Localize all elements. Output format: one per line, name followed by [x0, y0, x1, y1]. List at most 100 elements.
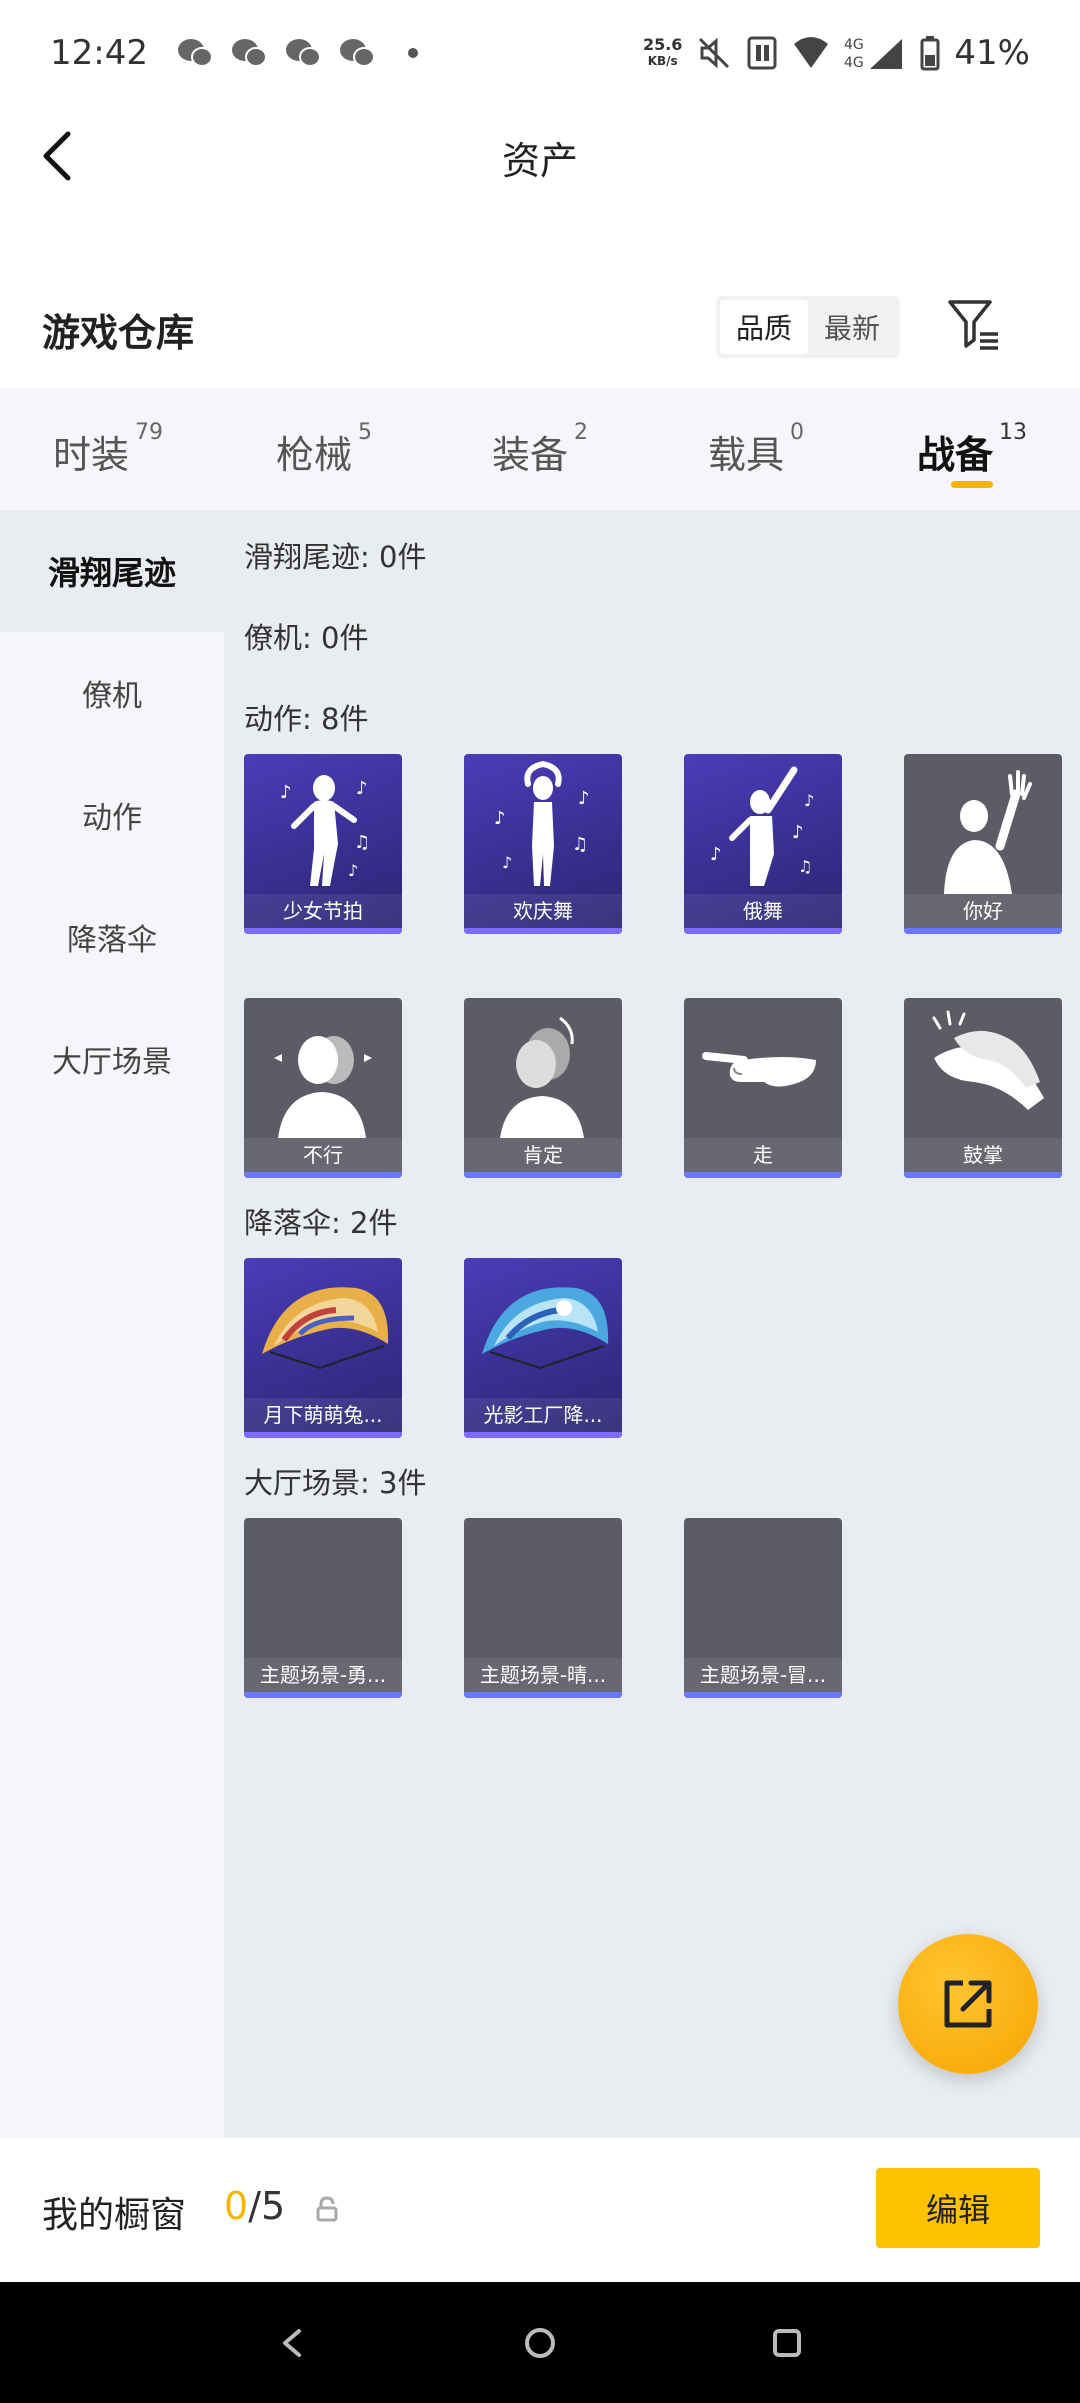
- emote-name: 少女节拍: [244, 894, 402, 928]
- cellular-signal-icon: 4G4G: [844, 37, 903, 71]
- emote-card[interactable]: 不行: [244, 998, 402, 1178]
- svg-text:♪: ♪: [348, 861, 358, 880]
- svg-text:4G: 4G: [844, 37, 864, 53]
- category-heading-lobby-scene: 大厅场景: 3件: [244, 1466, 427, 1500]
- tab-guns[interactable]: 枪械 5: [216, 388, 432, 510]
- lobby-scene-card[interactable]: 主题场景-冒...: [684, 1518, 842, 1698]
- lobby-scene-card[interactable]: 主题场景-晴...: [464, 1518, 622, 1698]
- scene-name: 主题场景-晴...: [464, 1658, 622, 1692]
- sidebar-item-wingman[interactable]: 僚机: [0, 632, 224, 754]
- emote-name: 欢庆舞: [464, 894, 622, 928]
- category-heading-emotes: 动作: 8件: [244, 702, 369, 736]
- celebration-dance-icon: ♪ ♪ ♫ ♪: [494, 761, 590, 886]
- mute-icon: [699, 37, 730, 69]
- tab-count: 0: [790, 420, 804, 445]
- sort-toggle: 品质 最新: [716, 296, 900, 358]
- status-bar: 12:42 25.6 KB/s 4G 4G 41%: [0, 0, 1080, 106]
- quality-bar: [244, 1172, 402, 1178]
- battery-icon: [920, 36, 940, 71]
- tab-vehicles[interactable]: 载具 0: [648, 388, 864, 510]
- tab-equipment[interactable]: 装备 2: [432, 388, 648, 510]
- parachute-card[interactable]: 光影工厂降...: [464, 1258, 622, 1438]
- sidebar-item-lobby-scene[interactable]: 大厅场景: [0, 998, 224, 1120]
- emote-card[interactable]: 肯定: [464, 998, 622, 1178]
- svg-text:♫: ♫: [572, 834, 588, 855]
- emote-card[interactable]: 走: [684, 998, 842, 1178]
- sort-newest-option[interactable]: 最新: [808, 300, 896, 354]
- tab-battle-gear[interactable]: 战备 13: [864, 388, 1080, 510]
- emote-name: 俄舞: [684, 894, 842, 928]
- wechat-icon: [339, 39, 375, 67]
- pointing-hand-icon: [702, 1052, 816, 1087]
- showcase-label: 我的橱窗: [42, 2195, 187, 2236]
- emote-name: 肯定: [464, 1138, 622, 1172]
- sidebar-item-glide-trail[interactable]: 滑翔尾迹: [0, 510, 224, 632]
- network-speed-unit: KB/s: [647, 54, 678, 68]
- lobby-scene-card[interactable]: 主题场景-勇...: [244, 1518, 402, 1698]
- showcase-total: /5: [248, 2184, 286, 2228]
- filter-icon[interactable]: [944, 296, 1002, 354]
- wechat-icon: [285, 39, 321, 67]
- active-tab-indicator: [951, 481, 993, 488]
- sort-quality-option[interactable]: 品质: [720, 300, 808, 354]
- showcase-count: 0/5: [224, 2184, 285, 2228]
- sidebar: 滑翔尾迹 僚机 动作 降落伞 大厅场景: [0, 510, 224, 2138]
- nav-home-icon[interactable]: [520, 2323, 560, 2363]
- russian-dance-icon: ♪♪ ♫♪: [710, 766, 814, 886]
- quality-bar: [684, 1692, 842, 1698]
- wave-hello-icon: [944, 770, 1032, 894]
- sidebar-item-emotes[interactable]: 动作: [0, 754, 224, 876]
- scene-name: 主题场景-勇...: [244, 1658, 402, 1692]
- parachute-card[interactable]: 月下萌萌兔...: [244, 1258, 402, 1438]
- sidebar-item-parachute[interactable]: 降落伞: [0, 876, 224, 998]
- tab-fashion[interactable]: 时装 79: [0, 388, 216, 510]
- section-title: 游戏仓库: [42, 311, 195, 355]
- dancer-girl-icon: ♪ ♪ ♫ ♪: [280, 775, 370, 886]
- emote-card[interactable]: ♪ ♪ ♫ ♪ 欢庆舞: [464, 754, 622, 934]
- category-tabs: 时装 79 枪械 5 装备 2 载具 0 战备 13: [0, 388, 1080, 510]
- parachute-name: 月下萌萌兔...: [244, 1398, 402, 1432]
- nav-back-icon[interactable]: [273, 2323, 313, 2363]
- clapping-icon: [932, 1010, 1044, 1110]
- quality-bar: [464, 928, 622, 934]
- emote-name: 鼓掌: [904, 1138, 1062, 1172]
- page-title: 资产: [501, 139, 578, 183]
- nfc-icon: [747, 36, 777, 70]
- svg-text:♪: ♪: [804, 791, 814, 810]
- emote-name: 走: [684, 1138, 842, 1172]
- tab-label: 战备: [916, 433, 993, 477]
- emote-card[interactable]: ♪ ♪ ♫ ♪ 少女节拍: [244, 754, 402, 934]
- category-heading-wingman: 僚机: 0件: [244, 621, 369, 655]
- showcase-current: 0: [224, 2184, 249, 2228]
- parachute-light-shadow-icon: [482, 1287, 609, 1370]
- parachute-name: 光影工厂降...: [464, 1398, 622, 1432]
- wechat-icon: [231, 39, 267, 67]
- tab-label: 载具: [707, 433, 784, 477]
- quality-bar: [464, 1692, 622, 1698]
- system-nav-bar: [0, 2282, 1080, 2403]
- svg-text:♪: ♪: [494, 808, 506, 829]
- emote-name: 不行: [244, 1138, 402, 1172]
- svg-text:♪: ♪: [502, 853, 512, 872]
- emote-card[interactable]: ♪ ♪ ♫ ♪ 俄舞: [684, 754, 842, 934]
- tab-count: 13: [999, 420, 1027, 445]
- parachute-moon-rabbit-icon: [262, 1287, 389, 1370]
- lock-icon: [316, 2196, 338, 2222]
- svg-text:♪: ♪: [356, 778, 368, 799]
- emote-card[interactable]: 你好: [904, 754, 1062, 934]
- svg-text:4G: 4G: [844, 55, 864, 71]
- quality-bar: [684, 1172, 842, 1178]
- tab-count: 5: [358, 420, 372, 445]
- edit-button[interactable]: 编辑: [876, 2168, 1040, 2248]
- wifi-icon: [794, 37, 829, 68]
- svg-text:♪: ♪: [710, 844, 722, 865]
- quality-bar: [244, 1692, 402, 1698]
- battery-percent: 41%: [954, 33, 1030, 73]
- emote-card[interactable]: 鼓掌: [904, 998, 1062, 1178]
- nav-recents-icon[interactable]: [767, 2323, 807, 2363]
- share-fab-button[interactable]: [898, 1934, 1038, 2074]
- category-heading-glide-trail: 滑翔尾迹: 0件: [244, 540, 427, 574]
- category-heading-parachute: 降落伞: 2件: [244, 1206, 398, 1240]
- tab-label: 装备: [491, 433, 568, 477]
- status-time: 12:42: [50, 33, 148, 73]
